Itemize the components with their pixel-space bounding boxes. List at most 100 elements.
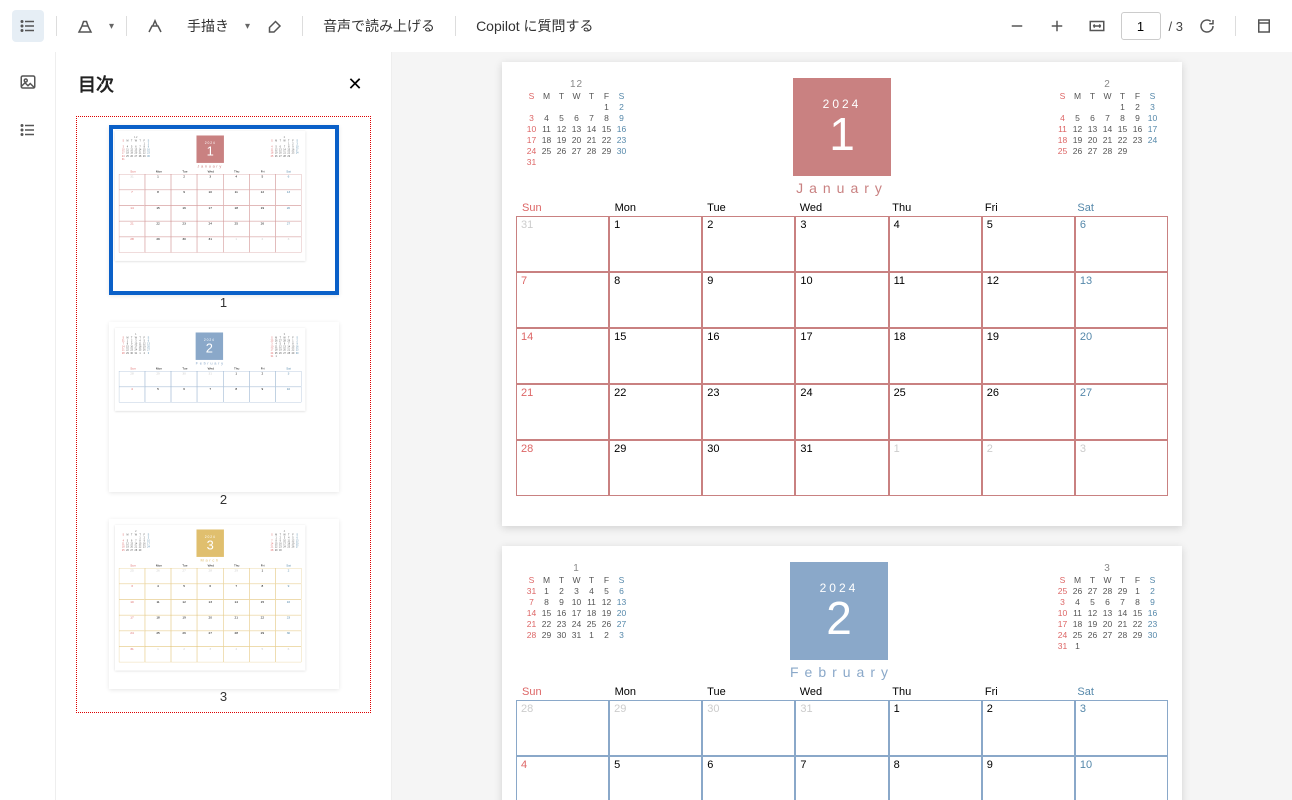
calendar-cell[interactable]: 13 xyxy=(197,599,223,615)
calendar-cell[interactable]: 1 xyxy=(609,216,702,272)
calendar-cell[interactable]: 31 xyxy=(118,174,144,190)
chevron-down-icon[interactable]: ▾ xyxy=(109,21,114,32)
calendar-cell[interactable]: 27 xyxy=(171,568,197,584)
close-sidebar-button[interactable]: ✕ xyxy=(341,70,369,98)
calendar-cell[interactable]: 13 xyxy=(1075,272,1168,328)
calendar-cell[interactable]: 5 xyxy=(249,174,275,190)
calendar-cell[interactable]: 2 xyxy=(171,174,197,190)
calendar-cell[interactable]: 8 xyxy=(609,272,702,328)
calendar-cell[interactable]: 17 xyxy=(118,615,144,631)
calendar-cell[interactable]: 8 xyxy=(144,190,170,206)
calendar-cell[interactable]: 11 xyxy=(223,190,249,206)
calendar-cell[interactable]: 10 xyxy=(795,272,888,328)
calendar-cell[interactable]: 6 xyxy=(702,756,795,800)
calendar-cell[interactable]: 30 xyxy=(702,700,795,756)
calendar-cell[interactable]: 4 xyxy=(118,387,144,403)
calendar-cell[interactable]: 10 xyxy=(197,190,223,206)
calendar-cell[interactable]: 30 xyxy=(275,631,301,647)
calendar-cell[interactable]: 25 xyxy=(889,384,982,440)
calendar-cell[interactable]: 5 xyxy=(249,647,275,663)
calendar-cell[interactable]: 16 xyxy=(171,205,197,221)
rail-image-button[interactable] xyxy=(8,62,48,102)
calendar-cell[interactable]: 31 xyxy=(795,700,888,756)
calendar-cell[interactable]: 2 xyxy=(249,371,275,387)
rail-toc-button[interactable] xyxy=(8,110,48,150)
calendar-cell[interactable]: 29 xyxy=(144,371,170,387)
calendar-cell[interactable]: 10 xyxy=(118,599,144,615)
calendar-cell[interactable]: 1 xyxy=(889,440,982,496)
calendar-cell[interactable]: 19 xyxy=(982,328,1075,384)
zoom-out-button[interactable] xyxy=(1001,10,1033,42)
rotate-button[interactable] xyxy=(1191,10,1223,42)
calendar-cell[interactable]: 19 xyxy=(171,615,197,631)
calendar-cell[interactable]: 31 xyxy=(516,216,609,272)
calendar-cell[interactable]: 25 xyxy=(223,221,249,237)
calendar-cell[interactable]: 14 xyxy=(223,599,249,615)
thumbnail-page-2[interactable]: 1SMTWTFS31123456789101112131415161718192… xyxy=(109,322,339,492)
calendar-cell[interactable]: 30 xyxy=(171,371,197,387)
calendar-cell[interactable]: 22 xyxy=(249,615,275,631)
calendar-cell[interactable]: 9 xyxy=(171,190,197,206)
calendar-cell[interactable]: 21 xyxy=(223,615,249,631)
calendar-cell[interactable]: 27 xyxy=(275,221,301,237)
calendar-cell[interactable]: 25 xyxy=(144,631,170,647)
calendar-cell[interactable]: 1 xyxy=(223,237,249,253)
calendar-cell[interactable]: 30 xyxy=(702,440,795,496)
calendar-cell[interactable]: 11 xyxy=(144,599,170,615)
calendar-cell[interactable]: 14 xyxy=(516,328,609,384)
calendar-cell[interactable]: 30 xyxy=(171,237,197,253)
calendar-cell[interactable]: 17 xyxy=(197,205,223,221)
calendar-cell[interactable]: 10 xyxy=(275,387,301,403)
calendar-cell[interactable]: 2 xyxy=(171,647,197,663)
calendar-cell[interactable]: 31 xyxy=(118,647,144,663)
calendar-cell[interactable]: 9 xyxy=(275,584,301,600)
draw-button[interactable] xyxy=(139,10,171,42)
page-number-input[interactable] xyxy=(1121,12,1161,40)
calendar-cell[interactable]: 6 xyxy=(275,647,301,663)
highlighter-button[interactable] xyxy=(69,10,101,42)
calendar-cell[interactable]: 28 xyxy=(197,568,223,584)
calendar-cell[interactable]: 4 xyxy=(516,756,609,800)
calendar-cell[interactable]: 9 xyxy=(982,756,1075,800)
calendar-cell[interactable]: 6 xyxy=(197,584,223,600)
calendar-cell[interactable]: 28 xyxy=(516,440,609,496)
zoom-in-button[interactable] xyxy=(1041,10,1073,42)
fit-width-button[interactable] xyxy=(1081,10,1113,42)
calendar-cell[interactable]: 18 xyxy=(144,615,170,631)
calendar-cell[interactable]: 28 xyxy=(118,237,144,253)
calendar-cell[interactable]: 20 xyxy=(1075,328,1168,384)
thumbnail-page-1[interactable]: 12SMTWTFS1234567891011121314151617181920… xyxy=(109,125,339,295)
calendar-cell[interactable]: 15 xyxy=(144,205,170,221)
calendar-cell[interactable]: 3 xyxy=(275,371,301,387)
calendar-cell[interactable]: 5 xyxy=(144,387,170,403)
erase-button[interactable] xyxy=(258,10,290,42)
calendar-cell[interactable]: 23 xyxy=(171,221,197,237)
calendar-cell[interactable]: 6 xyxy=(275,174,301,190)
calendar-cell[interactable]: 1 xyxy=(144,647,170,663)
calendar-cell[interactable]: 3 xyxy=(1075,700,1168,756)
calendar-cell[interactable]: 8 xyxy=(223,387,249,403)
calendar-cell[interactable]: 26 xyxy=(982,384,1075,440)
calendar-cell[interactable]: 7 xyxy=(795,756,888,800)
handwrite-label[interactable]: 手描き xyxy=(179,12,237,40)
calendar-cell[interactable]: 10 xyxy=(1075,756,1168,800)
page-view-button[interactable] xyxy=(1248,10,1280,42)
calendar-cell[interactable]: 26 xyxy=(249,221,275,237)
copilot-button[interactable]: Copilot に質問する xyxy=(468,12,601,40)
calendar-cell[interactable]: 21 xyxy=(516,384,609,440)
calendar-cell[interactable]: 16 xyxy=(275,599,301,615)
calendar-cell[interactable]: 2 xyxy=(249,237,275,253)
calendar-cell[interactable]: 12 xyxy=(171,599,197,615)
calendar-cell[interactable]: 3 xyxy=(1075,440,1168,496)
thumbnail-page-3[interactable]: 2SMTWTFS12345678910111213141516171819202… xyxy=(109,519,339,689)
calendar-cell[interactable]: 1 xyxy=(889,700,982,756)
calendar-cell[interactable]: 3 xyxy=(197,647,223,663)
calendar-cell[interactable]: 14 xyxy=(118,205,144,221)
calendar-cell[interactable]: 1 xyxy=(223,371,249,387)
calendar-cell[interactable]: 5 xyxy=(609,756,702,800)
read-aloud-button[interactable]: 音声で読み上げる xyxy=(315,12,443,40)
calendar-cell[interactable]: 11 xyxy=(889,272,982,328)
calendar-cell[interactable]: 7 xyxy=(223,584,249,600)
calendar-cell[interactable]: 4 xyxy=(144,584,170,600)
calendar-cell[interactable]: 8 xyxy=(249,584,275,600)
